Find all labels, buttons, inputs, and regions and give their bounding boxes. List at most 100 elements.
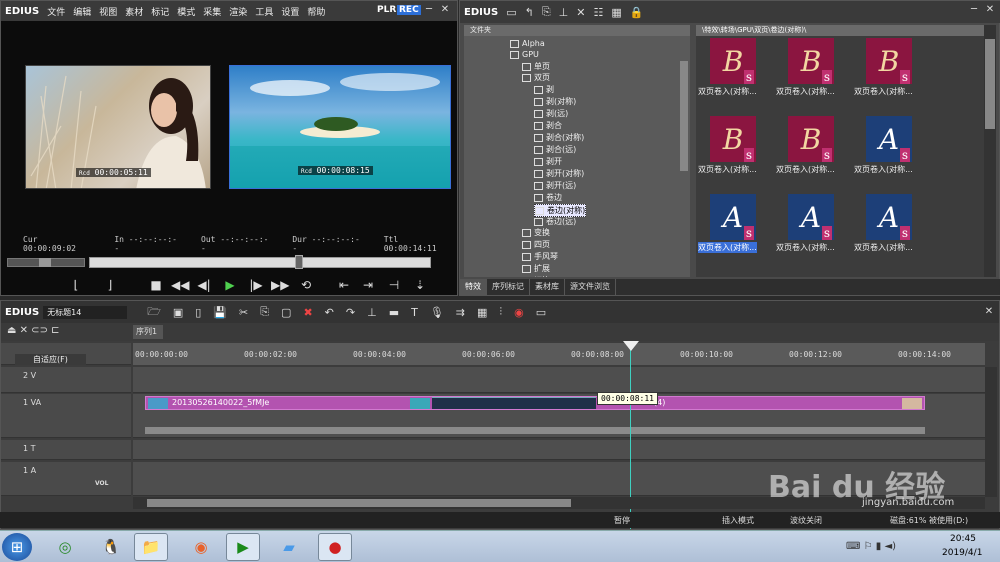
set-in-icon[interactable]: ⌊ (67, 277, 85, 293)
save-icon[interactable]: 💾 (213, 306, 227, 319)
menu-edit[interactable]: 编辑 (73, 5, 91, 18)
minimize-icon[interactable]: ─ (423, 4, 435, 16)
layout-icon[interactable]: ▭ (536, 306, 546, 319)
effect-thumbnail-label[interactable]: 双页卷入(对称... (698, 242, 757, 253)
playhead-handle[interactable] (623, 341, 639, 351)
app-360-icon[interactable]: ◎ (48, 533, 82, 561)
menu-capture[interactable]: 采集 (203, 5, 221, 18)
lock-icon[interactable]: 🔒 (630, 6, 644, 19)
tree-node[interactable]: 单页 (522, 61, 550, 72)
tree-scrollbar[interactable] (680, 61, 688, 171)
edius-task-icon[interactable]: ▶ (226, 533, 260, 561)
insert-icon[interactable]: ⇤ (335, 277, 353, 293)
fit-dropdown[interactable]: 自适应(F) (15, 354, 86, 365)
effect-thumbnail[interactable]: As (866, 116, 912, 162)
undo-icon[interactable]: ↶ (325, 306, 334, 319)
track-body-2v[interactable] (133, 367, 985, 393)
tray-time[interactable]: 20:45 (950, 534, 976, 544)
timeline-clip[interactable]: 20130526140022_5fMJe (4) (145, 396, 925, 410)
mic-icon[interactable]: 🎙 (430, 306, 444, 319)
bin-close-icon[interactable]: ✕ (984, 4, 996, 16)
up-folder-icon[interactable]: ↰ (525, 6, 534, 19)
effect-thumbnail[interactable]: Bs (710, 116, 756, 162)
tray-icons[interactable]: ⌨ ⚐ ▮ ◄) (846, 541, 896, 552)
render-icon[interactable]: ⇉ (456, 306, 465, 319)
fast-forward-icon[interactable]: ▶▶ (271, 277, 289, 293)
position-handle[interactable] (295, 255, 303, 269)
bin-minimize-icon[interactable]: ─ (968, 4, 980, 16)
tree-node[interactable]: 剥合 (534, 120, 562, 131)
timeline-close-icon[interactable]: ✕ (983, 306, 995, 318)
new-sequence-icon[interactable]: 🗁 (147, 303, 161, 322)
explorer-icon[interactable]: 📁 (134, 533, 168, 561)
tree-node[interactable]: 双页 (522, 72, 550, 83)
folder-icon[interactable]: ▭ (506, 6, 516, 19)
open-icon[interactable]: ▣ (173, 306, 183, 319)
track-tools-icons[interactable]: ⏏ ✕ ⊂⊃ ⊏ (7, 325, 60, 336)
stop-icon[interactable]: ■ (147, 277, 165, 293)
effect-thumbnail-label[interactable]: 双页卷入(对称... (776, 86, 835, 97)
rec-toggle[interactable]: REC (397, 5, 421, 15)
menu-mode[interactable]: 模式 (177, 5, 195, 18)
effect-thumbnail-label[interactable]: 双页卷入(对称... (854, 164, 913, 175)
close-icon[interactable]: ✕ (439, 4, 451, 16)
tray-date[interactable]: 2019/4/1 (942, 548, 982, 558)
properties-icon[interactable]: ☷ (593, 6, 603, 19)
track-header-1a[interactable]: 1 A VOL (1, 462, 131, 496)
track-header-1va[interactable]: 1 VA (1, 394, 131, 438)
tree-node[interactable]: 变换 (522, 227, 550, 238)
tab-effects[interactable]: 特效 (460, 279, 487, 295)
effect-thumbnail[interactable]: As (788, 194, 834, 240)
paste-icon[interactable]: ▢ (281, 306, 291, 319)
effect-thumbnail-label[interactable]: 双页卷入(对称... (698, 164, 757, 175)
view-icon[interactable]: ▦ (611, 6, 621, 19)
title-icon[interactable]: T (411, 306, 418, 319)
effect-thumbnail[interactable]: Bs (788, 116, 834, 162)
tree-node[interactable]: 剥开(对称) (534, 168, 584, 179)
firefox-icon[interactable]: ◉ (184, 533, 218, 561)
tree-node[interactable]: 扩展 (522, 263, 550, 274)
start-button-icon[interactable]: ⊞ (2, 533, 32, 561)
track-header-1t[interactable]: 1 T (1, 440, 131, 460)
ripple-delete-icon[interactable]: ✖ (303, 306, 312, 319)
mixer-icon[interactable]: ⫶ (499, 305, 502, 319)
effect-thumbnail[interactable]: Bs (710, 38, 756, 84)
shuttle-handle[interactable] (39, 258, 51, 267)
tab-source-browser[interactable]: 源文件浏览 (565, 279, 616, 295)
tree-node[interactable]: 剥(对称) (534, 96, 576, 107)
menu-render[interactable]: 渲染 (229, 5, 247, 18)
effect-thumbnail-label[interactable]: 双页卷入(对称... (776, 242, 835, 253)
output-icon[interactable]: ⇣ (411, 277, 429, 293)
tree-node[interactable]: 剥开 (534, 156, 562, 167)
tree-node[interactable]: 剥(远) (534, 108, 568, 119)
overwrite-icon[interactable]: ⇥ (359, 277, 377, 293)
tree-node[interactable]: Alpha (510, 39, 545, 48)
effect-thumbnail[interactable]: As (866, 194, 912, 240)
timeline-scrollbar[interactable] (147, 499, 571, 507)
redo-icon[interactable]: ↷ (346, 306, 355, 319)
effect-thumbnail[interactable]: Bs (788, 38, 834, 84)
marker-icon[interactable]: ▬ (389, 306, 399, 319)
menu-file[interactable]: 文件 (47, 5, 65, 18)
tree-node[interactable]: 手风琴 (522, 251, 558, 262)
tree-node[interactable]: 卷边(远) (534, 216, 576, 227)
menu-clip[interactable]: 素材 (125, 5, 143, 18)
tab-asset-library[interactable]: 素材库 (530, 279, 565, 295)
set-out-icon[interactable]: ⌋ (101, 277, 119, 293)
track-header-2v[interactable]: 2 V (1, 367, 131, 393)
step-back-icon[interactable]: ◀| (195, 277, 213, 293)
add-icon[interactable]: ⎘ (542, 5, 551, 19)
record-icon[interactable]: ◉ (514, 306, 524, 319)
step-forward-icon[interactable]: |▶ (247, 277, 265, 293)
tab-sequence-markers[interactable]: 序列标记 (487, 279, 530, 295)
menu-help[interactable]: 帮助 (307, 5, 325, 18)
thumbs-scrollbar[interactable] (985, 39, 995, 129)
tree-node[interactable]: 切换 (522, 275, 550, 277)
effect-thumbnail-label[interactable]: 双页卷入(对称... (854, 242, 913, 253)
effect-thumbnail[interactable]: As (710, 194, 756, 240)
rewind-icon[interactable]: ◀◀ (171, 277, 189, 293)
menu-marker[interactable]: 标记 (151, 5, 169, 18)
new-icon[interactable]: ▯ (195, 306, 201, 319)
effect-thumbnail-label[interactable]: 双页卷入(对称... (776, 164, 835, 175)
tree-node[interactable]: 四页 (522, 239, 550, 250)
